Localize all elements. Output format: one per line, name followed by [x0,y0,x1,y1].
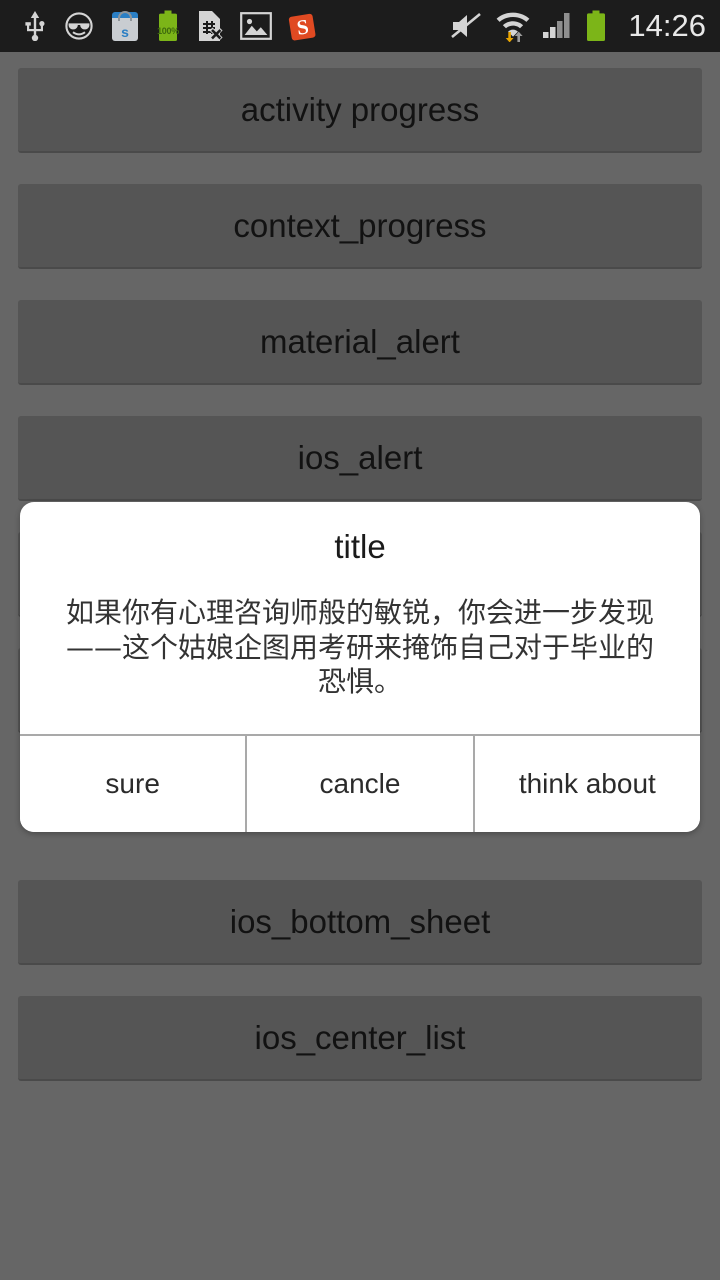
dialog-button-label: cancle [319,768,401,800]
dialog-cancle-button[interactable]: cancle [245,736,473,833]
list-item-material-alert[interactable]: material_alert [18,300,702,385]
shopping-bag-s-icon: s [110,10,140,42]
svg-text:s: s [121,24,129,40]
dialog-button-label: sure [105,768,160,800]
cellular-signal-icon [542,11,572,41]
smiley-sunglasses-icon [64,11,94,41]
dialog-title: title [334,528,386,565]
dialog-think-about-button[interactable]: think about [472,736,700,833]
list-item-label: ios_bottom_sheet [229,902,491,940]
status-bar-left-icons: s 100% S [22,10,450,42]
list-item-ios-bottom-sheet[interactable]: ios_bottom_sheet [18,880,702,965]
sogou-input-icon: S [288,11,318,41]
dialog-message: 如果你有心理咨询师般的敏锐，你会进一步发现——这个姑娘企图用考研来掩饰自己对于毕… [65,596,654,699]
dialog-button-label: think about [518,768,656,800]
list-item-context-progress[interactable]: context_progress [18,184,702,269]
sim-card-error-icon [196,10,224,42]
image-icon [240,12,272,40]
usb-icon [22,11,48,41]
dialog-sure-button[interactable]: sure [20,736,246,833]
list-item-label: ios_alert [297,438,423,476]
status-bar-clock: 14:26 [628,8,706,43]
wifi-data-transfer-icon [496,10,530,42]
list-item-label: ios_center_list [254,1018,466,1056]
phone-screen: s 100% S 14:26 activity progress context… [0,0,720,1280]
list-item-activity-progress[interactable]: activity progress [18,68,702,153]
ios-alert-dialog: title 如果你有心理咨询师般的敏锐，你会进一步发现——这个姑娘企图用考研来掩… [20,502,700,833]
list-item-ios-center-list[interactable]: ios_center_list [18,996,702,1081]
dialog-button-row: sure cancle think about [20,734,700,833]
list-item-label: activity progress [240,90,480,128]
battery-percent-label: 100% [157,26,179,36]
list-item-label: material_alert [260,322,460,360]
list-item-ios-alert[interactable]: ios_alert [18,416,702,501]
volume-muted-icon [450,11,484,41]
list-item-label: context_progress [233,206,487,244]
status-bar-right-icons: 14:26 [450,8,706,44]
battery-full-icon [584,10,608,42]
status-bar: s 100% S 14:26 [0,0,720,52]
battery-saver-icon: 100% [156,10,180,42]
